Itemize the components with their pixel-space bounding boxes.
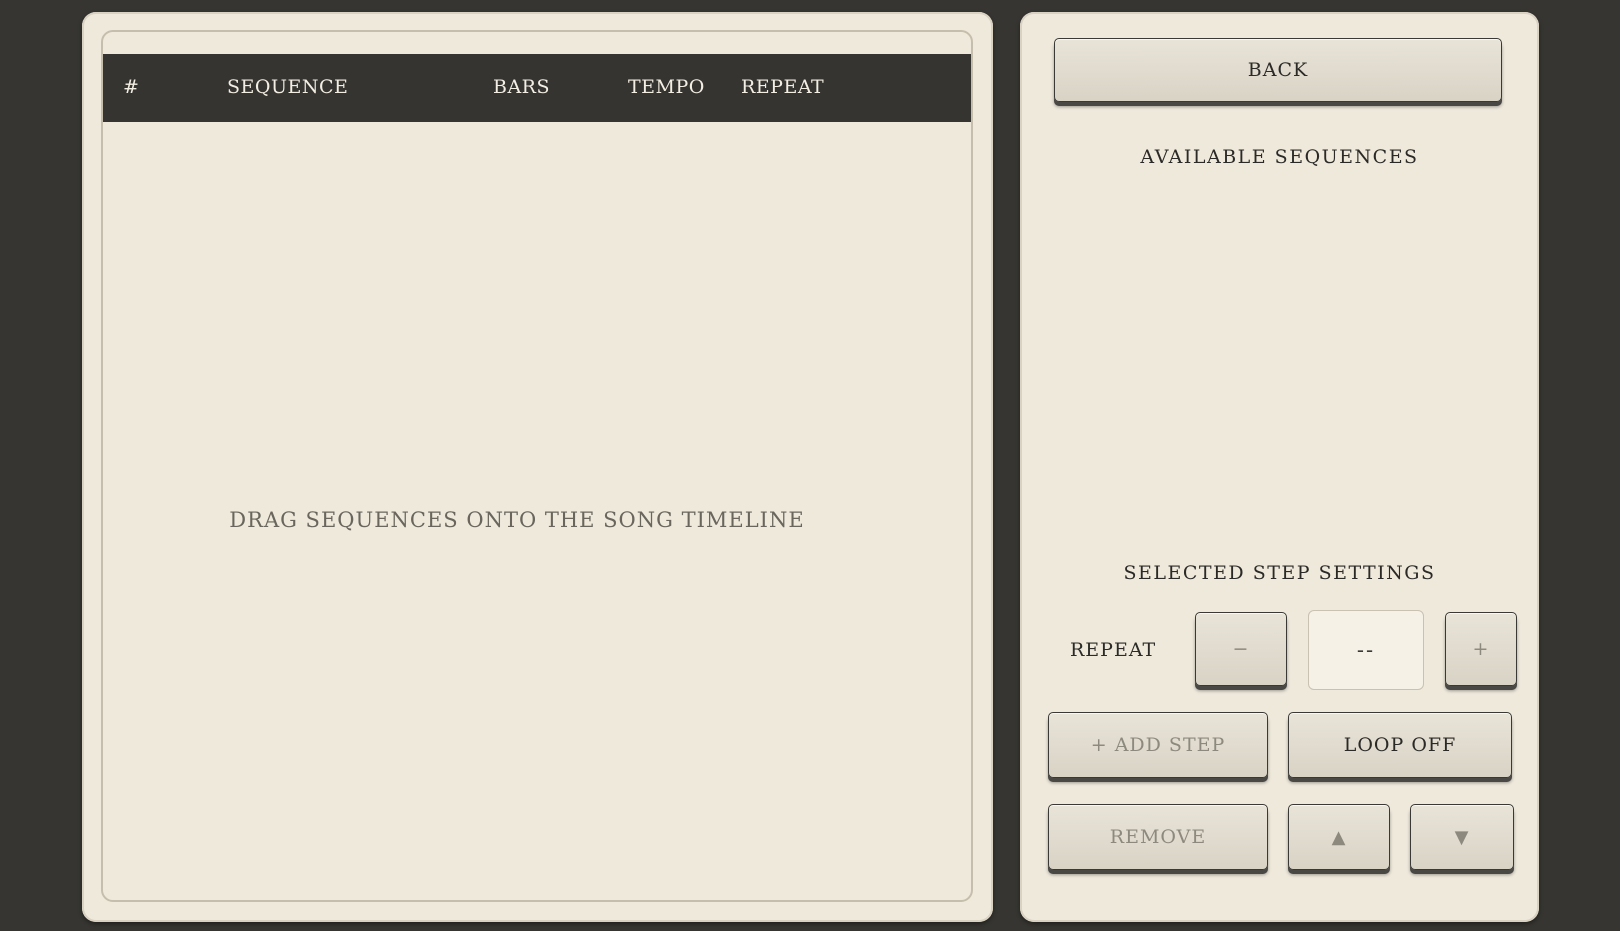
column-header-sequence: SEQUENCE xyxy=(227,76,349,98)
column-header-tempo: TEMPO xyxy=(628,76,705,98)
move-up-button[interactable]: ▲ xyxy=(1288,804,1390,870)
column-header-index: # xyxy=(123,76,140,98)
timeline-empty-message: DRAG SEQUENCES ONTO THE SONG TIMELINE xyxy=(229,508,805,532)
timeline-header: # SEQUENCE BARS TEMPO REPEAT xyxy=(103,54,971,122)
selected-step-settings-title: SELECTED STEP SETTINGS xyxy=(1123,562,1436,584)
repeat-decrement-button[interactable]: − xyxy=(1195,612,1287,686)
song-timeline[interactable]: # SEQUENCE BARS TEMPO REPEAT DRAG SEQUEN… xyxy=(101,30,973,902)
repeat-value-display: -- xyxy=(1308,610,1424,690)
available-sequences-list[interactable] xyxy=(1050,188,1509,528)
repeat-label: REPEAT xyxy=(1070,639,1157,661)
column-header-bars: BARS xyxy=(493,76,551,98)
move-down-button[interactable]: ▼ xyxy=(1410,804,1514,870)
loop-toggle-button[interactable]: LOOP OFF xyxy=(1288,712,1512,778)
column-header-repeat: REPEAT xyxy=(741,76,825,98)
remove-button[interactable]: REMOVE xyxy=(1048,804,1268,870)
back-button[interactable]: BACK xyxy=(1054,38,1502,102)
repeat-increment-button[interactable]: + xyxy=(1445,612,1517,686)
sequence-sidebar: BACK AVAILABLE SEQUENCES SELECTED STEP S… xyxy=(1020,12,1539,922)
add-step-button[interactable]: + ADD STEP xyxy=(1048,712,1268,778)
song-timeline-panel: # SEQUENCE BARS TEMPO REPEAT DRAG SEQUEN… xyxy=(82,12,993,922)
available-sequences-title: AVAILABLE SEQUENCES xyxy=(1140,146,1419,168)
